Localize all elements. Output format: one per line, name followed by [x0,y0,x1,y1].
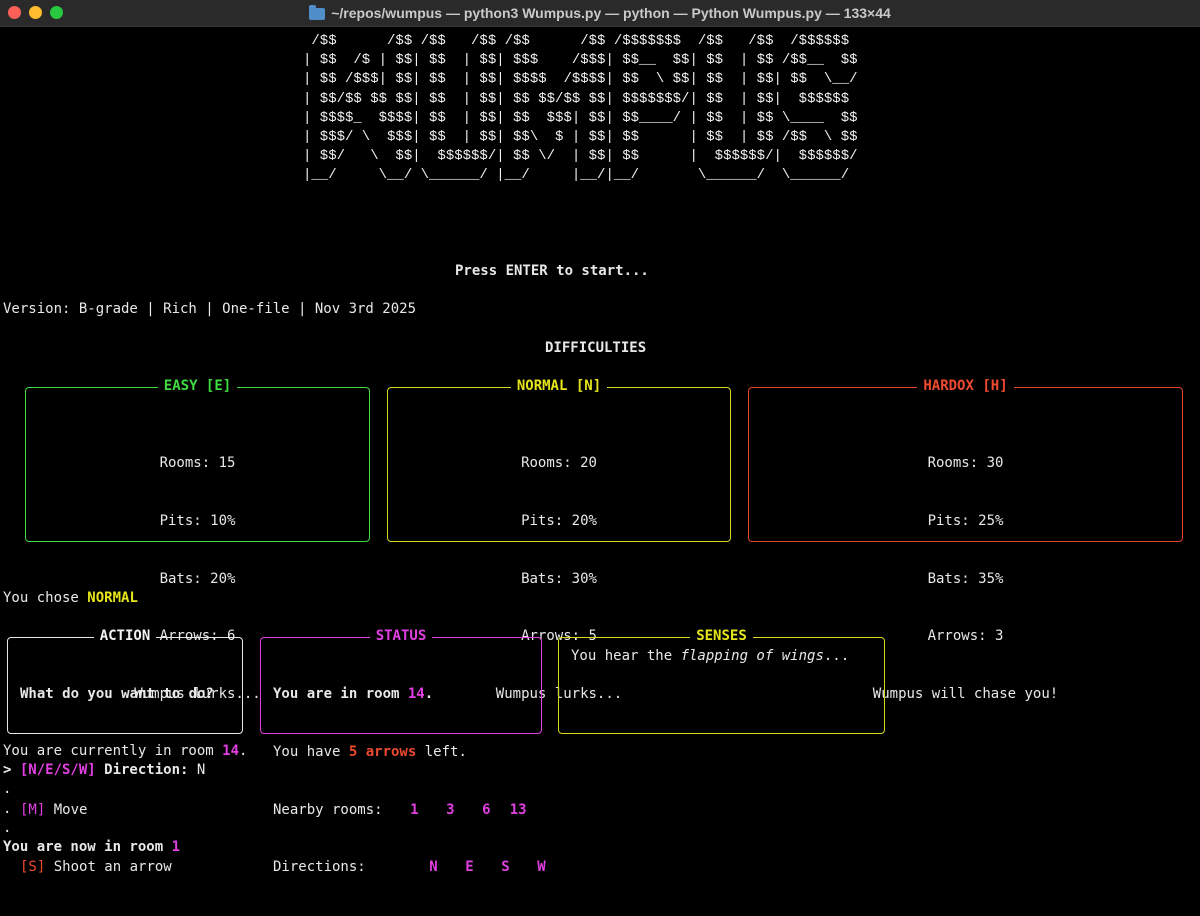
difficulty-easy-title: EASY [E] [157,378,238,394]
move-key: [M] [20,801,46,818]
nearby-room-4: 13 [509,801,527,818]
shoot-option[interactable]: [S] Shoot an arrow [20,858,214,877]
chosen-difficulty-line: You chose NORMAL [3,589,138,608]
senses-panel: SENSES You hear the flapping of wings... [558,628,885,734]
status-directions-line: Directions: N E S W [273,858,546,877]
action-panel: ACTION What do you want to do? [M] Move … [7,628,243,875]
status-arrows-count: 5 arrows [348,744,417,761]
banner-line: | $$$$_ $$$$| $$ | $$| $$ $$$| $$| $$___… [303,109,858,126]
status-title: STATUS [369,628,433,644]
senses-suffix: ... [823,648,850,664]
press-enter-prompt: Press ENTER to start... [455,263,649,279]
normal-bats: Bats: 30% [521,570,597,587]
folder-icon [309,5,326,20]
direction-w: W [537,859,546,876]
window-controls [8,6,63,19]
normal-pits: Pits: 20% [521,513,597,530]
senses-prefix: You hear the [571,648,681,664]
chosen-difficulty-value: NORMAL [87,590,138,606]
direction-n: N [429,859,438,876]
status-arrows-prefix: You have [273,744,349,761]
status-room-number: 14 [407,686,425,703]
nearby-room-3: 6 [482,801,491,818]
banner-line: |__/ \__/ \______/ |__/ |__/|__/ \______… [303,167,858,184]
minimize-window-button[interactable] [29,6,42,19]
banner-line: | $$ /$$$| $$| $$ | $$| $$$$ /$$$$| $$ \… [303,71,858,88]
banner-line: | $$ /$ | $$| $$ | $$| $$$ /$$$| $$__ $$… [303,52,858,69]
window-title: ~/repos/wumpus — python3 Wumpus.py — pyt… [331,5,891,21]
senses-title: SENSES [690,628,753,644]
easy-pits: Pits: 10% [159,513,236,530]
wumpus-ascii-banner: /$$ /$$ /$$ /$$ /$$ /$$ /$$$$$$$ /$$ /$$… [303,32,858,186]
senses-italic: flapping of wings [680,648,824,664]
version-line: Version: B-grade | Rich | One-file | Nov… [3,301,417,317]
now-room-prefix: You are now in room [3,839,172,855]
senses-text: You hear the flapping of wings... [571,647,849,666]
action-title: ACTION [93,628,157,644]
status-nearby-line: Nearby rooms: 1 3 6 13 [273,801,546,820]
hard-pits: Pits: 25% [927,513,1004,530]
banner-line: /$$ /$$ /$$ /$$ /$$ /$$ /$$$$$$$ /$$ /$$… [303,33,858,49]
shoot-label: Shoot an arrow [45,859,172,876]
directions-label: Directions: [273,859,366,876]
banner-line: | $$/$$ $$ $$| $$ | $$| $$ $$/$$ $$| $$$… [303,90,858,107]
direction-s: S [501,859,510,876]
prompt-keys: [N/E/S/W] [19,762,96,778]
log-dot-3: . [3,820,12,836]
difficulty-easy-panel[interactable]: EASY [E] Rooms: 15 Pits: 10% Bats: 20% A… [25,378,370,702]
status-room-line: You are in room 14. [273,685,546,704]
difficulty-hard-panel[interactable]: HARDOX [H] Rooms: 30 Pits: 25% Bats: 35%… [748,378,1183,702]
close-window-button[interactable] [8,6,21,19]
prompt-label: Direction: [95,762,197,778]
window-titlebar: ~/repos/wumpus — python3 Wumpus.py — pyt… [0,0,1200,27]
difficulty-hard-title: HARDOX [H] [917,378,1014,394]
banner-line: | $$$/ \ $$$| $$ | $$| $$\ $ | $$| $$ | … [303,129,858,146]
current-room-number: 14 [222,743,240,759]
nearby-room-2: 3 [446,801,455,818]
status-arrows-line: You have 5 arrows left. [273,743,546,762]
easy-bats: Bats: 20% [159,570,236,587]
difficulty-normal-panel[interactable]: NORMAL [N] Rooms: 20 Pits: 20% Bats: 30%… [387,378,731,702]
difficulties-heading: DIFFICULTIES [545,340,647,356]
status-room-suffix: . [424,686,434,703]
normal-rooms: Rooms: 20 [521,455,597,472]
nearby-room-1: 1 [410,801,419,818]
hard-rooms: Rooms: 30 [927,455,1004,472]
chosen-prefix: You chose [3,590,88,606]
banner-line: | $$/ \ $$| $$$$$$/| $$ \/ | $$| $$ | $$… [303,148,858,165]
current-room-line: You are currently in room 14. [3,742,247,761]
status-panel: STATUS You are in room 14. You have 5 ar… [260,628,546,875]
prompt-caret: > [3,762,20,778]
zoom-window-button[interactable] [50,6,63,19]
current-room-suffix: . [239,743,248,759]
status-arrows-suffix: left. [416,744,467,761]
status-room-prefix: You are in room [273,686,408,703]
current-room-prefix: You are currently in room [3,743,223,759]
easy-rooms: Rooms: 15 [159,455,236,472]
now-room-number: 1 [171,839,181,855]
log-dot-1: . [3,781,12,797]
nearby-label: Nearby rooms: [273,801,383,818]
log-dot-2: . [3,801,12,817]
direction-prompt-line[interactable]: > [N/E/S/W] Direction: N [3,761,205,780]
shoot-key: [S] [20,859,46,876]
prompt-input[interactable]: N [197,762,205,778]
difficulty-normal-title: NORMAL [N] [510,378,608,394]
move-label: Move [45,801,88,818]
action-question: What do you want to do? [20,686,214,703]
hard-bats: Bats: 35% [927,570,1004,587]
now-room-line: You are now in room 1 [3,838,180,857]
move-option[interactable]: [M] Move [20,801,214,820]
direction-e: E [465,859,474,876]
